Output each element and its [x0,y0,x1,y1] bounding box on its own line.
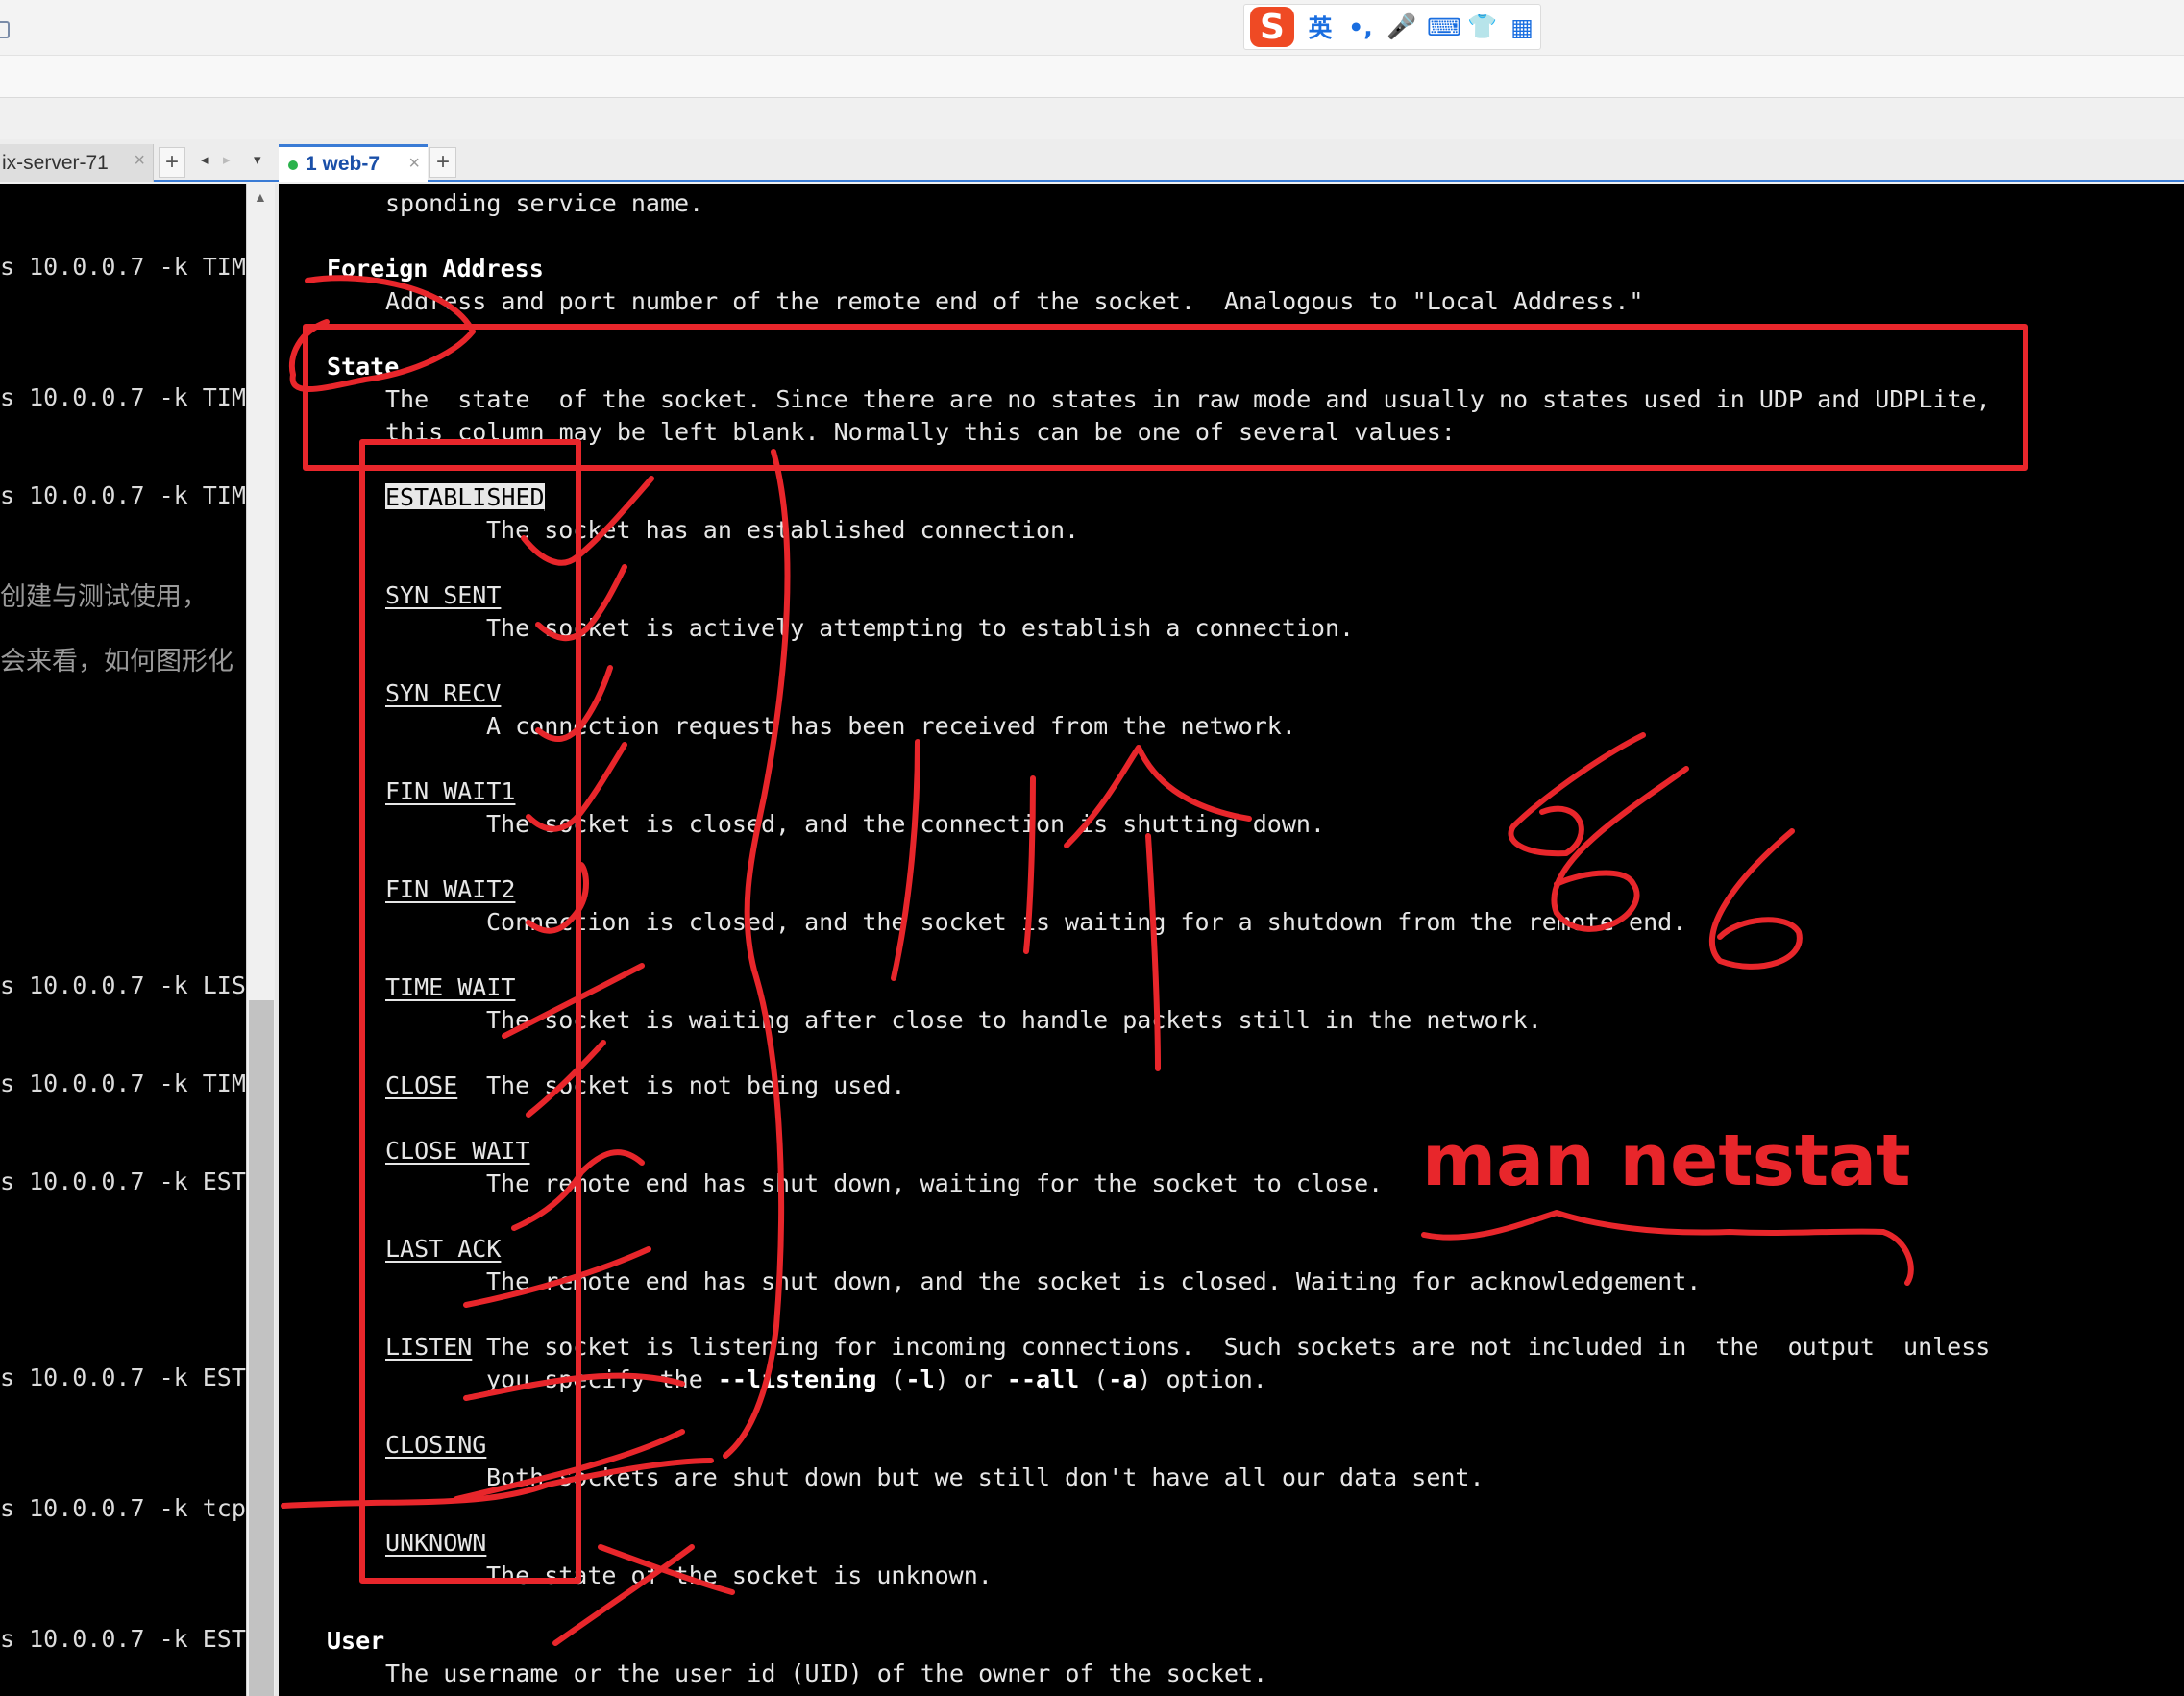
state-fin-wait2: FIN_WAIT2 [385,875,516,903]
chevron-down-icon[interactable]: ▾ [254,151,261,168]
state-desc: A connection request has been received f… [486,712,1296,740]
close-icon[interactable]: × [134,150,145,172]
chevron-left-icon[interactable]: ◂ [201,151,209,168]
connected-status-icon [288,160,298,170]
man-text: The state of the socket. Since there are… [385,385,1991,413]
state-closing: CLOSING [385,1431,487,1459]
left-terminal-pane[interactable]: s 10.0.0.7 -k TIM s 10.0.0.7 -k TIM s 10… [0,184,246,1696]
state-desc: The remote end has shut down, and the so… [486,1267,1702,1295]
terminal-line: s 10.0.0.7 -k TIM [0,253,246,281]
state-time-wait: TIME_WAIT [385,973,516,1001]
terminal-line: s 10.0.0.7 -k tcp [0,1494,246,1522]
man-text: The username or the user id (UID) of the… [385,1659,1268,1687]
state-unknown: UNKNOWN [385,1529,487,1557]
man-text: this column may be left blank. Normally … [385,418,1456,446]
state-desc: Connection is closed, and the socket is … [486,908,1687,936]
man-text: ) or [934,1365,1007,1393]
title-bar: S 英 •, 🎤 ⌨ 👕 ▦ [0,0,2184,56]
terminal-line: s 10.0.0.7 -k EST [0,1364,246,1391]
ime-toolbar[interactable]: S 英 •, 🎤 ⌨ 👕 ▦ [1243,4,1541,50]
state-desc: The socket is closed, and the connection… [486,810,1325,838]
man-text: sponding service name. [385,189,704,217]
foreign-address-heading: Foreign Address [327,255,544,283]
man-text: ( [1079,1365,1109,1393]
man-text: you specify the [486,1365,718,1393]
ime-language-toggle[interactable]: 英 [1306,10,1335,44]
terminal-cn-line: 创建与测试使用， [0,582,208,612]
ime-punct-toggle[interactable]: •, [1346,13,1375,41]
tab-server-71[interactable]: ix-server-71 × [0,144,154,182]
state-desc: The state of the socket is unknown. [486,1561,993,1589]
shirt-icon[interactable]: 👕 [1467,12,1497,41]
man-text: Address and port number of the remote en… [385,287,1644,315]
state-desc: The socket has an established connection… [486,516,1080,544]
state-desc: The socket is actively attempting to est… [486,614,1355,642]
state-desc: The socket is waiting after close to han… [486,1006,1542,1034]
state-fin-wait1: FIN_WAIT1 [385,777,516,805]
man-text: ) option. [1137,1365,1267,1393]
state-desc: The remote end has shut down, waiting fo… [486,1169,1384,1197]
terminal-cn-line: 会来看，如何图形化 [0,647,233,676]
state-established: ESTABLISHED [385,483,545,511]
state-syn-sent: SYN_SENT [385,581,502,609]
sogou-logo-icon[interactable]: S [1250,7,1294,47]
apps-icon[interactable]: ▦ [1508,13,1536,41]
state-syn-recv: SYN_RECV [385,679,502,707]
option-a: -a [1108,1365,1138,1393]
state-listen: LISTEN [385,1333,473,1361]
close-icon[interactable]: × [408,153,420,175]
chevron-right-icon[interactable]: ▸ [223,151,231,168]
state-last-ack: LAST_ACK [385,1235,502,1263]
right-terminal-pane[interactable]: sponding service name. Foreign Address A… [279,184,2184,1696]
state-desc: The socket is not being used. [486,1071,906,1099]
tab-label: 1 web-7 [306,153,380,175]
state-desc: The socket is listening for incoming con… [486,1333,1991,1361]
new-tab-button[interactable]: + [159,147,185,178]
toolbar [0,56,2184,98]
terminal-line: s 10.0.0.7 -k EST [0,1168,246,1195]
left-pane-scrollbar[interactable]: ▲ [246,184,275,1696]
terminal-line: s 10.0.0.7 -k EST [0,1625,246,1653]
terminal-line: s 10.0.0.7 -k TIM [0,1069,246,1097]
scrollbar-thumb[interactable] [249,1000,274,1696]
scroll-up-icon[interactable]: ▲ [254,189,267,205]
option-all: --all [1006,1365,1080,1393]
user-heading: User [327,1627,385,1655]
tab-label: ix-server-71 [2,151,109,174]
option-listening: --listening [717,1365,877,1393]
state-close-wait: CLOSE_WAIT [385,1137,530,1165]
new-tab-button[interactable]: + [429,147,456,178]
state-close: CLOSE [385,1071,458,1099]
state-desc: Both sockets are shut down but we still … [486,1463,1485,1491]
terminal-line: s 10.0.0.7 -k TIM [0,481,246,509]
window-icon [0,21,10,38]
option-l: -l [905,1365,935,1393]
keyboard-icon[interactable]: ⌨ [1427,13,1461,41]
mic-icon[interactable]: 🎤 [1386,12,1416,41]
terminal-line: s 10.0.0.7 -k LIS [0,971,246,999]
man-text: ( [876,1365,906,1393]
session-tab-strip: ix-server-71 × + ◂ ▸ ▾ 1 web-7 × + [0,139,2184,182]
state-heading: State [327,353,400,381]
listen-cont: you specify the --listening (-l) or --al… [486,1365,1267,1393]
tab-web-7[interactable]: 1 web-7 × [279,144,428,182]
terminal-line: s 10.0.0.7 -k TIM [0,383,246,411]
